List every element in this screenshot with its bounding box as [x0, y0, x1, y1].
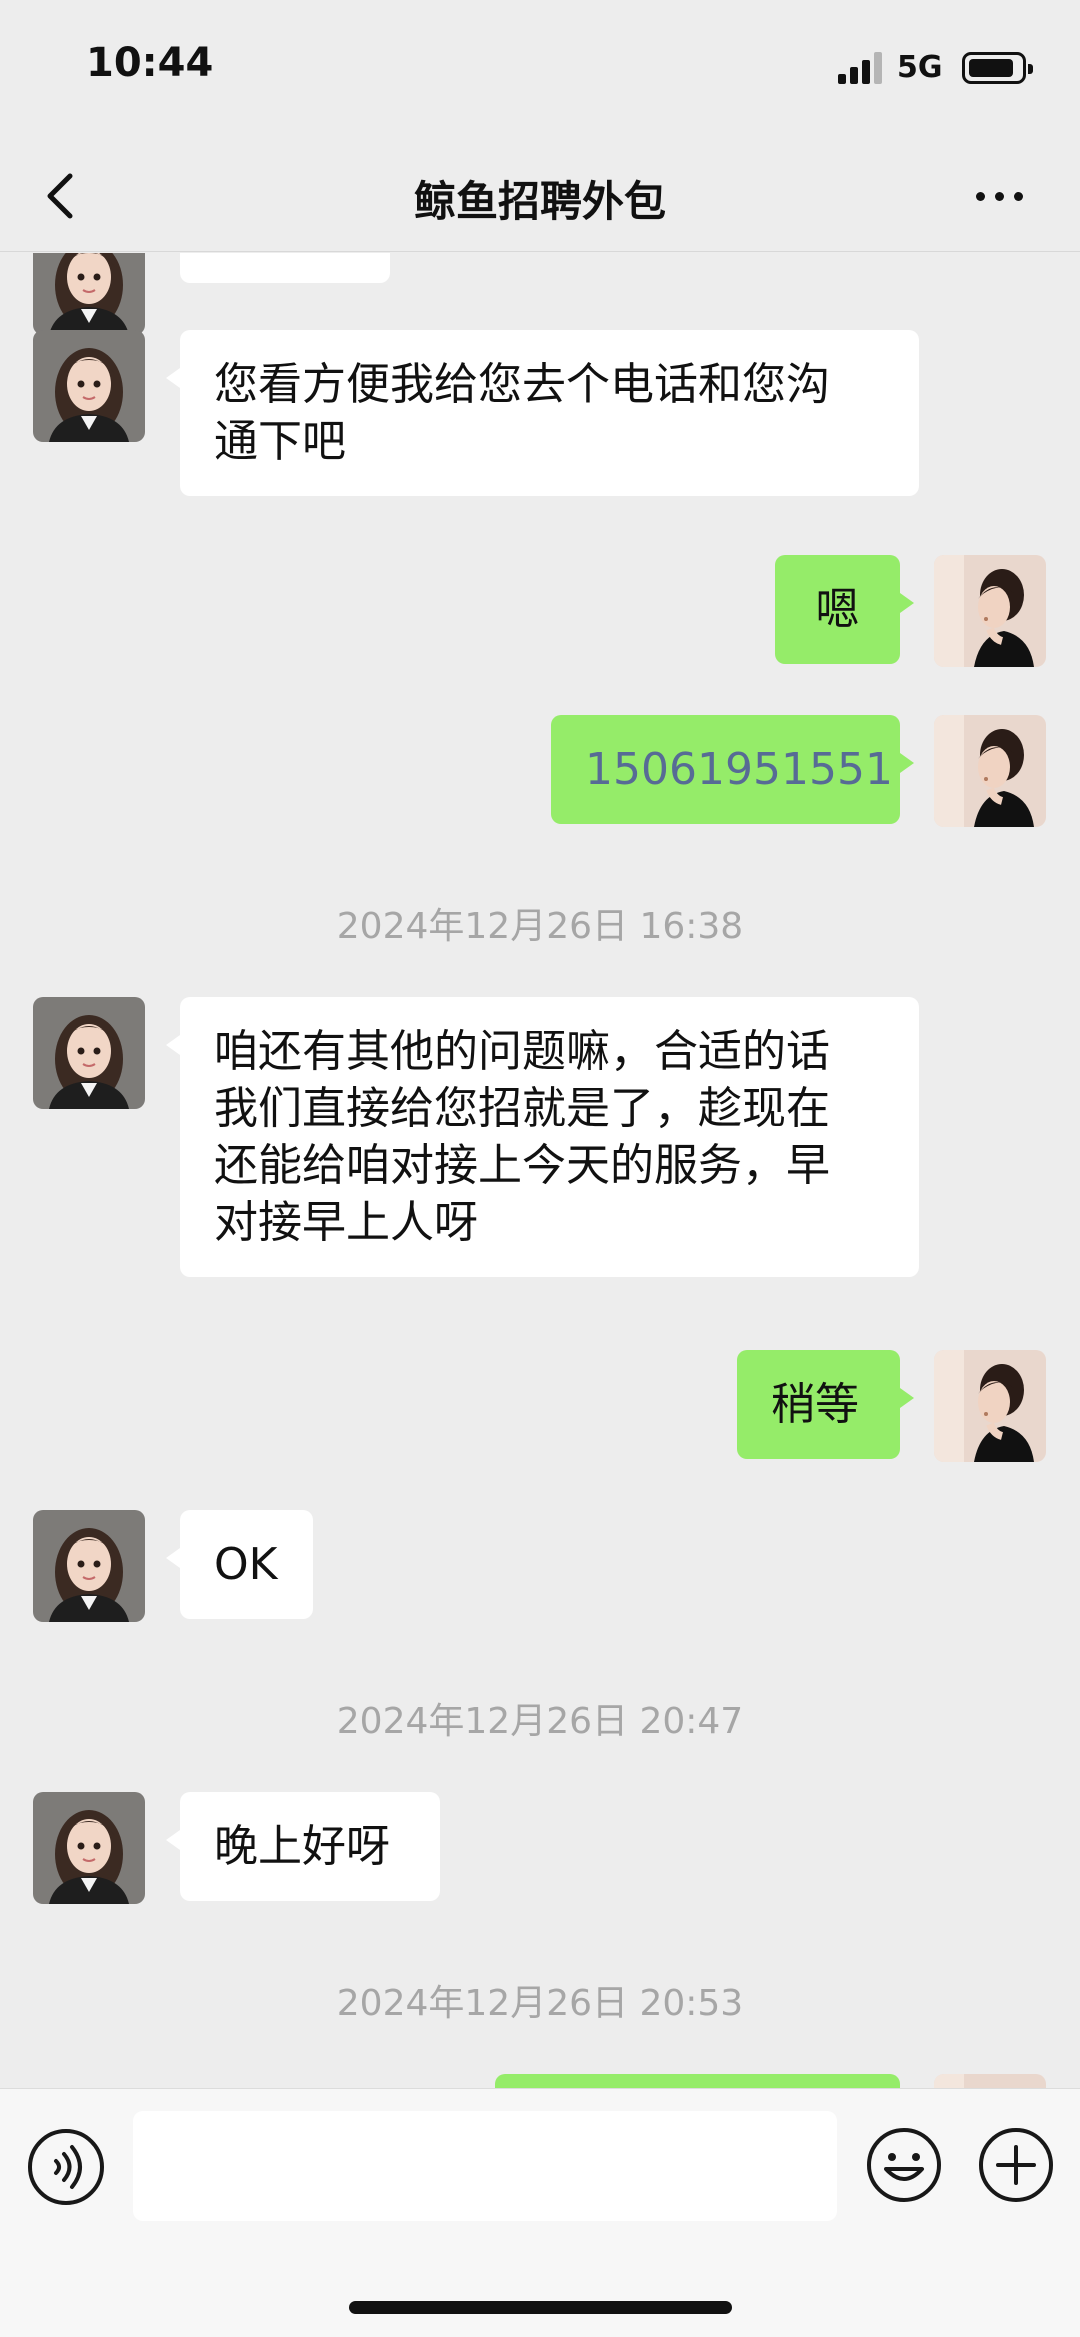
contact-avatar[interactable] — [33, 1792, 145, 1904]
message-bubble-in[interactable]: 咱还有其他的问题嘛，合适的话 我们直接给您招就是了，趁现在 还能给咱对接上今天的… — [166, 997, 919, 1277]
timestamp: 2024年12月26日 20:53 — [336, 1983, 744, 2024]
user-avatar[interactable] — [934, 715, 1046, 827]
status-time: 10:44 — [86, 40, 214, 86]
message-bubble-out[interactable]: 嗯 — [775, 555, 914, 664]
message-bubble-partial[interactable] — [495, 2074, 900, 2088]
network-label: 5G — [897, 50, 943, 85]
user-avatar[interactable] — [934, 555, 1046, 667]
message-input[interactable] — [133, 2111, 837, 2221]
contact-avatar[interactable] — [33, 253, 145, 335]
home-indicator[interactable] — [349, 2301, 732, 2314]
plus-icon[interactable] — [976, 2125, 1056, 2205]
user-avatar[interactable] — [934, 1350, 1046, 1462]
signal-icon — [838, 52, 882, 84]
timestamp: 2024年12月26日 16:38 — [336, 906, 744, 947]
message-bubble-out[interactable]: 稍等 — [737, 1350, 914, 1459]
nav-bar: 鲸鱼招聘外包 — [0, 140, 1080, 252]
contact-avatar[interactable] — [33, 1510, 145, 1622]
message-bubble-in[interactable]: 您看方便我给您去个电话和您沟 通下吧 — [166, 330, 919, 496]
more-icon[interactable] — [972, 180, 1028, 210]
contact-avatar[interactable] — [33, 330, 145, 442]
timestamp: 2024年12月26日 20:47 — [336, 1701, 744, 1742]
phone-number-message[interactable]: 15061951551 — [551, 715, 914, 824]
status-bar: 10:44 5G — [0, 0, 1080, 140]
input-bar — [0, 2088, 1080, 2337]
chat-area[interactable]: 您看方便我给您去个电话和您沟 通下吧 嗯 15061951551 2024年12… — [0, 253, 1080, 2088]
contact-avatar[interactable] — [33, 997, 145, 1109]
voice-icon[interactable] — [28, 2129, 104, 2205]
chat-title: 鲸鱼招聘外包 — [413, 177, 666, 226]
user-avatar[interactable] — [934, 2074, 1046, 2088]
message-bubble-in[interactable]: OK — [166, 1510, 313, 1619]
battery-icon — [962, 52, 1033, 84]
message-bubble-partial[interactable] — [180, 253, 390, 283]
message-bubble-in[interactable]: 晚上好呀 — [166, 1792, 440, 1901]
emoji-icon[interactable] — [864, 2125, 944, 2205]
